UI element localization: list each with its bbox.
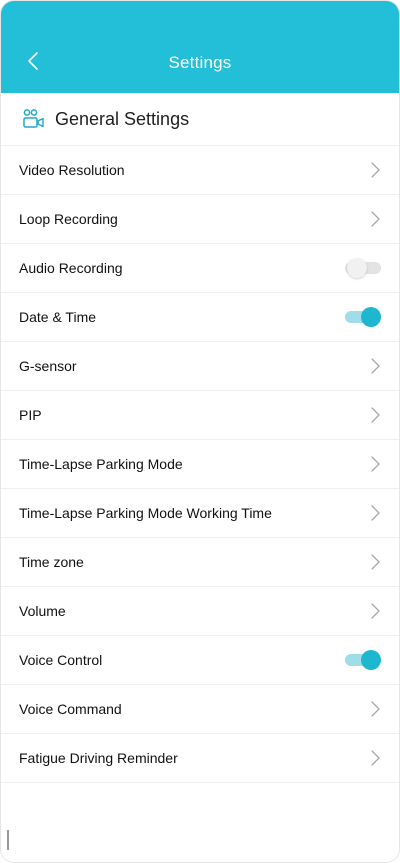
chevron-right-icon (371, 554, 380, 570)
setting-loop-recording[interactable]: Loop Recording (1, 195, 399, 244)
chevron-right-icon (371, 701, 380, 717)
setting-label: Date & Time (19, 309, 97, 325)
setting-label: G-sensor (19, 358, 77, 374)
chevron-right-icon (371, 603, 380, 619)
setting-voice-control: Voice Control (1, 636, 399, 685)
settings-screen: Settings General Settings Video Resoluti… (0, 0, 400, 863)
setting-label: Audio Recording (19, 260, 123, 276)
page-title: Settings (168, 53, 232, 72)
chevron-right-icon (371, 505, 380, 521)
toggle-knob (361, 307, 381, 327)
setting-pip[interactable]: PIP (1, 391, 399, 440)
header-bar: Settings (1, 1, 399, 93)
date-time-toggle[interactable] (345, 307, 381, 327)
setting-time-zone[interactable]: Time zone (1, 538, 399, 587)
audio-recording-toggle[interactable] (345, 258, 381, 278)
setting-volume[interactable]: Volume (1, 587, 399, 636)
setting-date-time: Date & Time (1, 293, 399, 342)
setting-time-lapse-parking-mode[interactable]: Time-Lapse Parking Mode (1, 440, 399, 489)
section-title: General Settings (55, 108, 190, 129)
setting-label: PIP (19, 407, 42, 423)
chevron-right-icon (371, 456, 380, 472)
voice-control-toggle[interactable] (345, 650, 381, 670)
setting-audio-recording: Audio Recording (1, 244, 399, 293)
settings-group-icon (23, 109, 44, 128)
chevron-right-icon (371, 407, 380, 423)
toggle-knob (361, 650, 381, 670)
back-button[interactable] (19, 47, 47, 75)
setting-label: Voice Control (19, 652, 103, 668)
setting-label: Time zone (19, 554, 84, 570)
chevron-right-icon (371, 211, 380, 227)
chevron-right-icon (371, 358, 380, 374)
chevron-right-icon (371, 750, 380, 766)
toggle-knob (347, 258, 367, 278)
setting-label: Loop Recording (19, 211, 118, 227)
setting-label: Video Resolution (19, 162, 125, 178)
chevron-right-icon (371, 162, 380, 178)
setting-voice-command[interactable]: Voice Command (1, 685, 399, 734)
setting-time-lapse-working-time[interactable]: Time-Lapse Parking Mode Working Time (1, 489, 399, 538)
setting-label: Voice Command (19, 701, 122, 717)
setting-fatigue-driving-reminder[interactable]: Fatigue Driving Reminder (1, 734, 399, 783)
chevron-left-icon (28, 52, 38, 70)
setting-video-resolution[interactable]: Video Resolution (1, 146, 399, 195)
setting-label: Time-Lapse Parking Mode Working Time (19, 505, 272, 521)
setting-label: Fatigue Driving Reminder (19, 750, 178, 766)
setting-label: Time-Lapse Parking Mode (19, 456, 183, 472)
settings-list: Video Resolution Loop Recording Audio Re… (1, 146, 399, 783)
edge-indicator (7, 830, 9, 850)
section-header: General Settings (1, 93, 399, 146)
setting-g-sensor[interactable]: G-sensor (1, 342, 399, 391)
setting-label: Volume (19, 603, 66, 619)
